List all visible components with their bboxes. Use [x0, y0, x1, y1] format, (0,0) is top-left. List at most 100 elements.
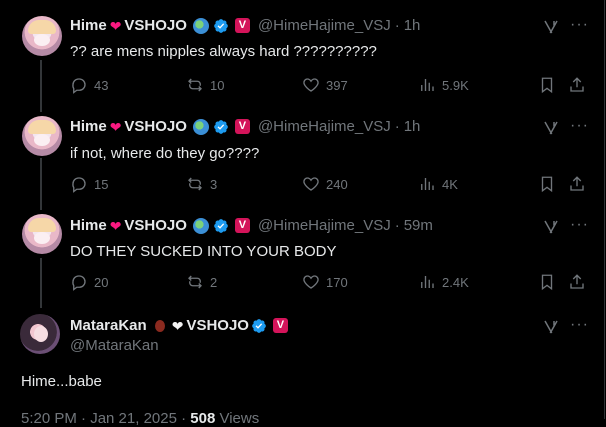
vshojo-affiliate-icon[interactable]: V [234, 18, 250, 33]
bookmark-button[interactable] [538, 273, 556, 291]
tweet-time[interactable]: 1h [404, 118, 421, 135]
reply-button[interactable]: 20 [70, 273, 108, 291]
handle-row: @MataraKan [70, 337, 159, 354]
tweet-text: if not, where do they go???? [70, 145, 260, 162]
author-handle[interactable]: @HimeHajime_VSJ [258, 217, 391, 234]
focused-tweet-text: Hime...babe [21, 373, 102, 390]
grok-icon[interactable] [542, 318, 560, 336]
avatar[interactable] [22, 16, 62, 56]
more-icon[interactable]: ··· [570, 16, 590, 36]
author-brand[interactable]: VSHOJO [186, 317, 249, 334]
bookmark-icon [541, 274, 553, 291]
author-name[interactable]: Hime [70, 17, 107, 34]
views-button[interactable]: 5.9K [418, 76, 469, 94]
vshojo-affiliate-icon[interactable]: V [272, 318, 288, 333]
reply-count: 20 [94, 274, 109, 290]
like-button[interactable]: 240 [302, 175, 348, 193]
like-count: 240 [326, 176, 348, 192]
views-icon [421, 79, 434, 91]
like-icon [303, 275, 319, 289]
avatar[interactable] [20, 314, 60, 354]
tweet[interactable]: Hime ❤ VSHOJO V @HimeHajime_VSJ · 1h ···… [0, 100, 604, 200]
repost-icon [188, 78, 202, 92]
author-brand[interactable]: VSHOJO [124, 217, 187, 234]
share-icon [570, 77, 584, 92]
tweet[interactable]: Hime ❤ VSHOJO V @HimeHajime_VSJ · 59m ··… [0, 198, 604, 298]
verified-badge-icon[interactable] [213, 218, 229, 234]
share-button[interactable] [568, 76, 586, 94]
tweet-header: Hime ❤ VSHOJO V @HimeHajime_VSJ · 1h [70, 17, 420, 34]
like-icon [303, 177, 319, 191]
repost-icon [188, 177, 202, 191]
author-handle[interactable]: @HimeHajime_VSJ [258, 17, 391, 34]
verified-badge-icon[interactable] [251, 318, 267, 334]
reply-icon [72, 275, 86, 291]
author-name[interactable]: Hime [70, 217, 107, 234]
vshojo-affiliate-icon[interactable]: V [234, 218, 250, 233]
author-brand[interactable]: VSHOJO [124, 17, 187, 34]
heart-emoji-icon: ❤ [109, 118, 122, 135]
reply-icon [72, 177, 86, 193]
reply-count: 43 [94, 77, 109, 93]
reply-count: 15 [94, 176, 109, 192]
author-name[interactable]: MataraKan [70, 317, 147, 334]
tweet-actions: 43 10 397 5.9K [70, 76, 590, 96]
views-button[interactable]: 2.4K [418, 273, 469, 291]
views-button[interactable]: 4K [418, 175, 458, 193]
tweet-text: DO THEY SUCKED INTO YOUR BODY [70, 243, 337, 260]
bookmark-button[interactable] [538, 175, 556, 193]
share-button[interactable] [568, 273, 586, 291]
separator-dot: · [394, 118, 400, 135]
views-icon [421, 276, 434, 288]
author-handle[interactable]: @HimeHajime_VSJ [258, 118, 391, 135]
tweet-actions: 15 3 240 4K [70, 175, 590, 195]
bookmark-icon [541, 176, 553, 193]
repost-count: 3 [210, 176, 218, 192]
bookmark-icon [541, 77, 553, 94]
reply-button[interactable]: 43 [70, 76, 108, 94]
heart-emoji-icon: ❤ [109, 17, 122, 34]
globe-emoji-icon [192, 17, 209, 34]
tweet-time[interactable]: 59m [404, 217, 433, 234]
tweet-text: ?? are mens nipples always hard ????????… [70, 43, 377, 60]
share-icon [570, 176, 584, 191]
thread-view: Hime ❤ VSHOJO V @HimeHajime_VSJ · 1h ···… [0, 0, 605, 427]
repost-count: 2 [210, 274, 218, 290]
avatar[interactable] [22, 116, 62, 156]
grok-icon[interactable] [542, 18, 560, 36]
bookmark-button[interactable] [538, 76, 556, 94]
repost-button[interactable]: 2 [186, 273, 217, 291]
focused-tweet[interactable]: MataraKan ❤ VSHOJO V @MataraKan ··· [0, 296, 604, 419]
reply-icon [72, 78, 86, 94]
repost-button[interactable]: 10 [186, 76, 224, 94]
like-icon [303, 78, 319, 92]
more-icon[interactable]: ··· [570, 316, 590, 336]
tweet[interactable]: Hime ❤ VSHOJO V @HimeHajime_VSJ · 1h ···… [0, 0, 604, 110]
share-button[interactable] [568, 175, 586, 193]
tweet-actions: 20 2 170 2.4K [70, 273, 590, 293]
views-count: 5.9K [442, 77, 469, 93]
like-count: 170 [326, 274, 348, 290]
repost-count: 10 [210, 77, 225, 93]
tweet-time[interactable]: 1h [404, 17, 421, 34]
white-heart-emoji-icon: ❤ [171, 317, 184, 334]
author-handle[interactable]: @MataraKan [70, 337, 159, 354]
grok-icon[interactable] [542, 119, 560, 137]
views-icon [421, 178, 434, 190]
grok-icon[interactable] [542, 218, 560, 236]
repost-icon [188, 275, 202, 289]
repost-button[interactable]: 3 [186, 175, 217, 193]
like-button[interactable]: 397 [302, 76, 348, 94]
reply-button[interactable]: 15 [70, 175, 108, 193]
verified-badge-icon[interactable] [213, 18, 229, 34]
more-icon[interactable]: ··· [570, 117, 590, 137]
more-icon[interactable]: ··· [570, 216, 590, 236]
like-button[interactable]: 170 [302, 273, 348, 291]
verified-badge-icon[interactable] [213, 119, 229, 135]
author-name[interactable]: Hime [70, 118, 107, 135]
views-count: 2.4K [442, 274, 469, 290]
tweet-header: Hime ❤ VSHOJO V @HimeHajime_VSJ · 1h [70, 118, 420, 135]
vshojo-affiliate-icon[interactable]: V [234, 119, 250, 134]
avatar[interactable] [22, 214, 62, 254]
author-brand[interactable]: VSHOJO [124, 118, 187, 135]
